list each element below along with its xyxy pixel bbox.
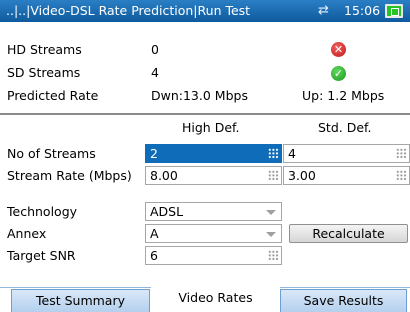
bottom-tab-bar: Test Summary Video Rates Save Results: [0, 287, 410, 312]
hd-streams-value: 0: [151, 42, 159, 57]
keypad-icon: [268, 250, 279, 261]
keypad-icon: [396, 170, 407, 181]
tab-test-summary[interactable]: Test Summary: [11, 289, 150, 312]
sd-rate-input[interactable]: 3.00: [283, 166, 410, 185]
battery-icon: [385, 4, 403, 18]
stream-rate-label: Stream Rate (Mbps): [7, 168, 132, 183]
predicted-rate-down: Dwn:13.0 Mbps: [151, 88, 248, 103]
network-sync-icon: ⇄: [318, 3, 329, 18]
keypad-icon: [268, 170, 279, 181]
hd-streams-input-value: 2: [150, 146, 158, 161]
stream-config: High Def. Std. Def. No of Streams 2 4 St…: [0, 115, 410, 287]
sd-streams-input[interactable]: 4: [283, 144, 410, 163]
technology-label: Technology: [7, 204, 78, 219]
target-snr-input-value: 6: [150, 248, 158, 263]
target-snr-input[interactable]: 6: [145, 246, 282, 265]
keypad-icon: [396, 148, 407, 159]
sd-rate-input-value: 3.00: [288, 168, 316, 183]
hd-streams-input[interactable]: 2: [145, 144, 282, 163]
predicted-rate-up: Up: 1.2 Mbps: [302, 88, 385, 103]
pass-icon: ✓: [331, 66, 346, 81]
std-def-header: Std. Def.: [318, 120, 372, 135]
title-bar: ..|..|Video-DSL Rate Prediction|Run Test…: [0, 0, 410, 22]
tab-save-results[interactable]: Save Results: [280, 289, 407, 312]
technology-select-value: ADSL: [150, 204, 184, 219]
annex-select-value: A: [150, 226, 159, 241]
tab-video-rates[interactable]: Video Rates: [151, 287, 280, 310]
fail-icon: ✕: [331, 42, 346, 57]
target-snr-label: Target SNR: [7, 248, 76, 263]
sd-streams-input-value: 4: [288, 146, 296, 161]
technology-select[interactable]: ADSL: [145, 202, 282, 221]
window-title: ..|..|Video-DSL Rate Prediction|Run Test: [6, 3, 251, 18]
recalculate-button[interactable]: Recalculate: [289, 224, 408, 243]
hd-streams-label: HD Streams: [7, 42, 82, 57]
streams-label: No of Streams: [7, 146, 96, 161]
annex-label: Annex: [7, 226, 47, 241]
clock-time: 15:06: [344, 3, 381, 18]
keypad-icon: [268, 148, 279, 159]
chevron-down-icon: [266, 210, 276, 215]
hd-rate-input-value: 8.00: [150, 168, 178, 183]
annex-select[interactable]: A: [145, 224, 282, 243]
chevron-down-icon: [266, 232, 276, 237]
sd-streams-label: SD Streams: [7, 65, 81, 80]
hd-rate-input[interactable]: 8.00: [145, 166, 282, 185]
results-summary: HD Streams 0 ✕ SD Streams 4 ✓ Predicted …: [0, 22, 410, 112]
predicted-rate-label: Predicted Rate: [7, 88, 99, 103]
sd-streams-value: 4: [151, 65, 159, 80]
high-def-header: High Def.: [182, 120, 240, 135]
